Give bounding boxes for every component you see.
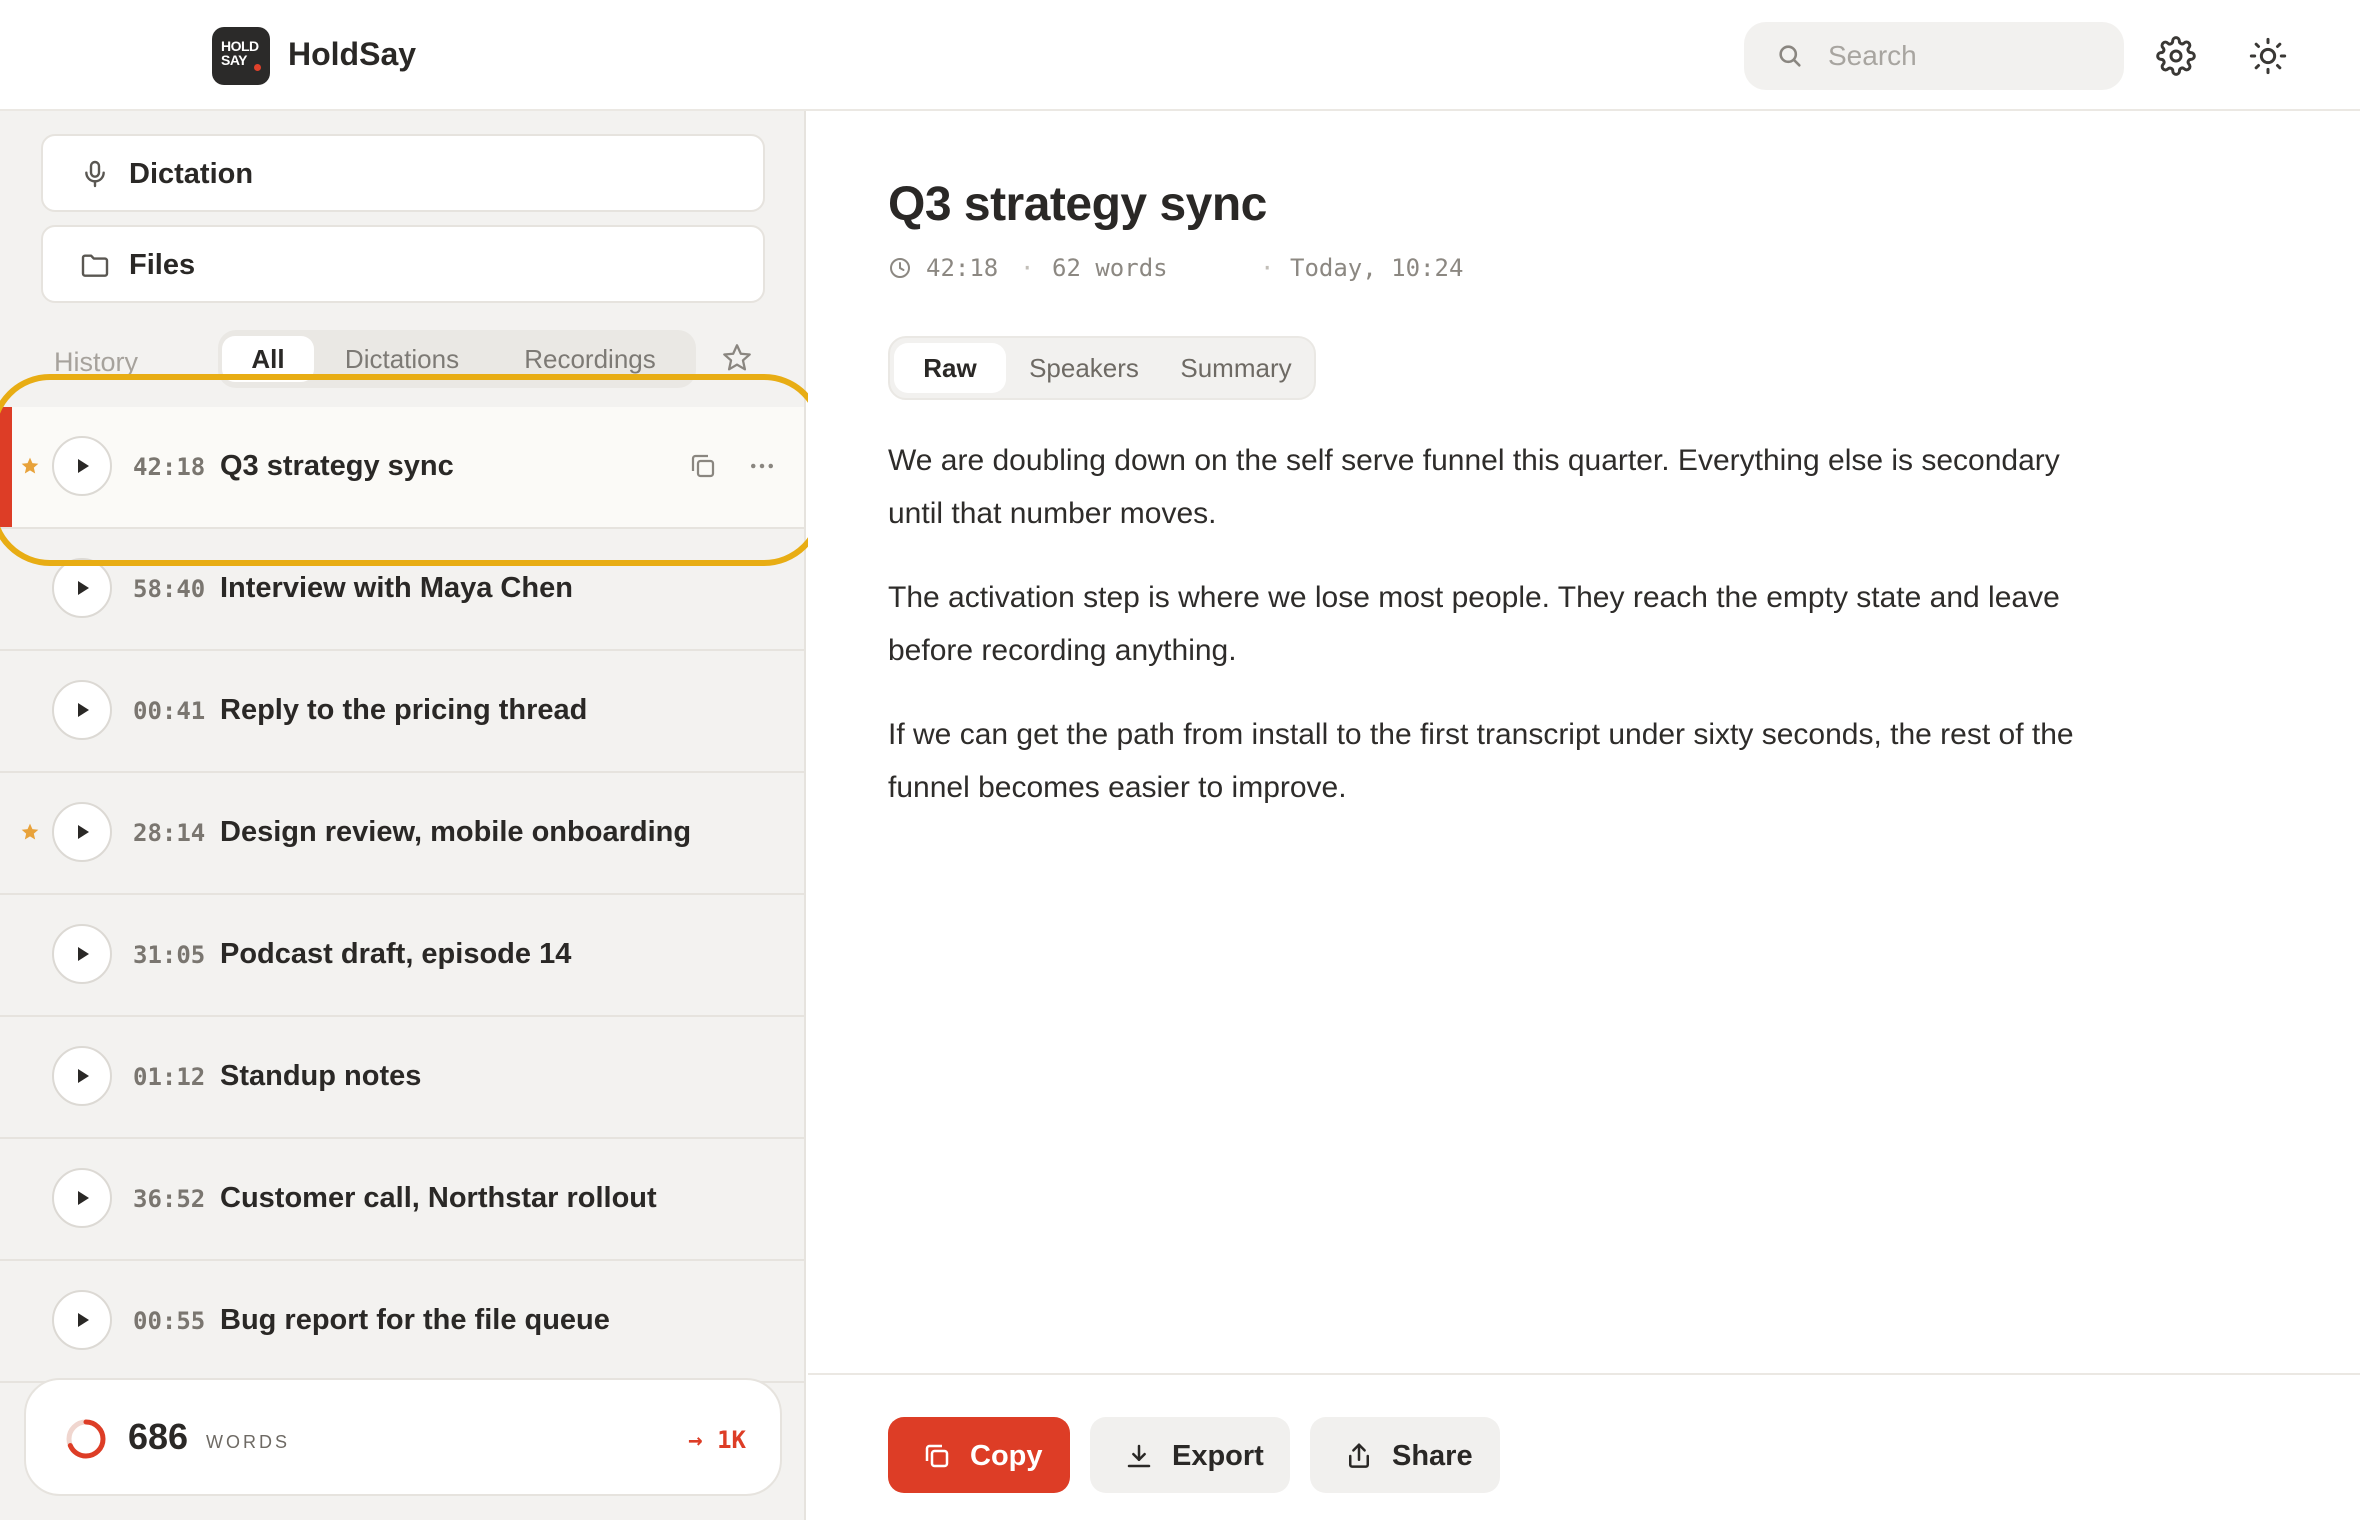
row-duration: 42:18 xyxy=(133,453,206,481)
play-button[interactable] xyxy=(52,924,112,984)
nav-dictation-label: Dictation xyxy=(129,158,254,190)
transcript-paragraph: The activation step is where we lose mos… xyxy=(888,581,2060,667)
app-logo: HOLD SAY xyxy=(212,27,270,85)
row-title: Customer call, Northstar rollout xyxy=(220,1182,657,1214)
tab-raw[interactable]: Raw xyxy=(894,343,1006,393)
play-button[interactable] xyxy=(52,1046,112,1106)
word-unit: WORDS xyxy=(206,1432,290,1452)
search-box[interactable] xyxy=(1744,22,2124,90)
folder-icon xyxy=(81,254,109,277)
row-title: Reply to the pricing thread xyxy=(220,694,588,726)
transcript-panel: Q3 strategy sync 42:18 · 62 words · Toda… xyxy=(808,111,2360,1520)
meta-duration: 42:18 xyxy=(926,254,999,282)
history-row[interactable]: 01:12 Standup notes xyxy=(0,1017,804,1139)
tab-summary[interactable]: Summary xyxy=(1162,343,1310,393)
copy-icon[interactable] xyxy=(688,451,718,481)
sun-icon[interactable] xyxy=(2248,36,2288,76)
filter-dictations[interactable]: Dictations xyxy=(322,336,482,382)
copy-label: Copy xyxy=(970,1440,1043,1472)
history-row[interactable]: 31:05 Podcast draft, episode 14 xyxy=(0,895,804,1017)
search-input[interactable] xyxy=(1828,22,2108,90)
star-icon xyxy=(20,822,40,847)
gear-icon[interactable] xyxy=(2156,36,2196,76)
row-title: Design review, mobile onboarding xyxy=(220,816,692,848)
logo-dot xyxy=(254,64,261,71)
row-duration: 00:55 xyxy=(133,1307,206,1335)
selected-indicator xyxy=(0,407,12,527)
nav-dictation[interactable]: Dictation xyxy=(41,134,765,212)
filter-all[interactable]: All xyxy=(222,336,314,382)
history-filter: All Dictations Recordings xyxy=(218,330,696,388)
nav-files-label: Files xyxy=(129,249,196,281)
row-duration: 28:14 xyxy=(133,819,206,847)
history-label: History xyxy=(54,347,139,377)
row-duration: 00:41 xyxy=(133,697,206,725)
clock-icon xyxy=(890,258,910,278)
transcript-paragraph: If we can get the path from install to t… xyxy=(888,718,2074,804)
meta-separator: · xyxy=(1020,254,1035,282)
tab-speakers[interactable]: Speakers xyxy=(1014,343,1154,393)
transcript-body: We are doubling down on the self serve f… xyxy=(888,434,2088,845)
row-title: Q3 strategy sync xyxy=(220,450,454,482)
meta-date: Today, 10:24 xyxy=(1290,254,1464,282)
word-counter-card: 686 WORDS → 1K xyxy=(24,1378,782,1496)
page-title: Q3 strategy sync xyxy=(888,178,1267,231)
row-title: Interview with Maya Chen xyxy=(220,572,573,604)
copy-icon xyxy=(925,1444,949,1468)
row-duration: 31:05 xyxy=(133,941,206,969)
action-bar: Copy Export Share xyxy=(808,1373,2360,1520)
export-label: Export xyxy=(1172,1440,1264,1472)
history-row[interactable]: 00:55 Bug report for the file queue xyxy=(0,1261,804,1383)
play-button[interactable] xyxy=(52,802,112,862)
meta-words: 62 words xyxy=(1052,254,1168,282)
copy-button[interactable]: Copy xyxy=(888,1417,1070,1493)
star-filter-icon[interactable] xyxy=(720,341,754,375)
play-button[interactable] xyxy=(52,1168,112,1228)
history-row[interactable]: 00:41 Reply to the pricing thread xyxy=(0,651,804,773)
row-title: Podcast draft, episode 14 xyxy=(220,938,572,970)
app-header: HOLD SAY HoldSay xyxy=(0,0,2360,111)
row-duration: 01:12 xyxy=(133,1063,206,1091)
nav-files[interactable]: Files xyxy=(41,225,765,303)
filter-recordings[interactable]: Recordings xyxy=(490,336,690,382)
history-row[interactable]: 28:14 Design review, mobile onboarding xyxy=(0,773,804,895)
history-row[interactable]: 58:40 Interview with Maya Chen xyxy=(0,529,804,651)
history-row[interactable]: 36:52 Customer call, Northstar rollout xyxy=(0,1139,804,1261)
view-tabs: Raw Speakers Summary xyxy=(888,336,1316,400)
export-button[interactable]: Export xyxy=(1090,1417,1290,1493)
play-button[interactable] xyxy=(52,680,112,740)
progress-ring-icon xyxy=(66,1419,106,1459)
word-goal[interactable]: → 1K xyxy=(688,1426,746,1454)
play-button[interactable] xyxy=(52,1290,112,1350)
star-icon xyxy=(20,456,40,481)
share-button[interactable]: Share xyxy=(1310,1417,1500,1493)
row-duration: 36:52 xyxy=(133,1185,206,1213)
download-icon xyxy=(1127,1444,1151,1468)
row-title: Standup notes xyxy=(220,1060,422,1092)
row-duration: 58:40 xyxy=(133,575,206,603)
play-button[interactable] xyxy=(52,436,112,496)
search-icon xyxy=(1779,45,1801,67)
share-icon xyxy=(1349,1443,1369,1468)
meta-separator: · xyxy=(1260,254,1275,282)
transcript-paragraph: We are doubling down on the self serve f… xyxy=(888,444,2060,530)
microphone-icon xyxy=(85,160,105,188)
history-row[interactable]: 42:18 Q3 strategy sync xyxy=(0,407,804,529)
row-title: Bug report for the file queue xyxy=(220,1304,610,1336)
more-options-icon[interactable] xyxy=(746,451,778,481)
play-button[interactable] xyxy=(52,558,112,618)
app-name: HoldSay xyxy=(288,36,417,72)
share-label: Share xyxy=(1392,1440,1473,1472)
word-count: 686 xyxy=(128,1416,189,1457)
